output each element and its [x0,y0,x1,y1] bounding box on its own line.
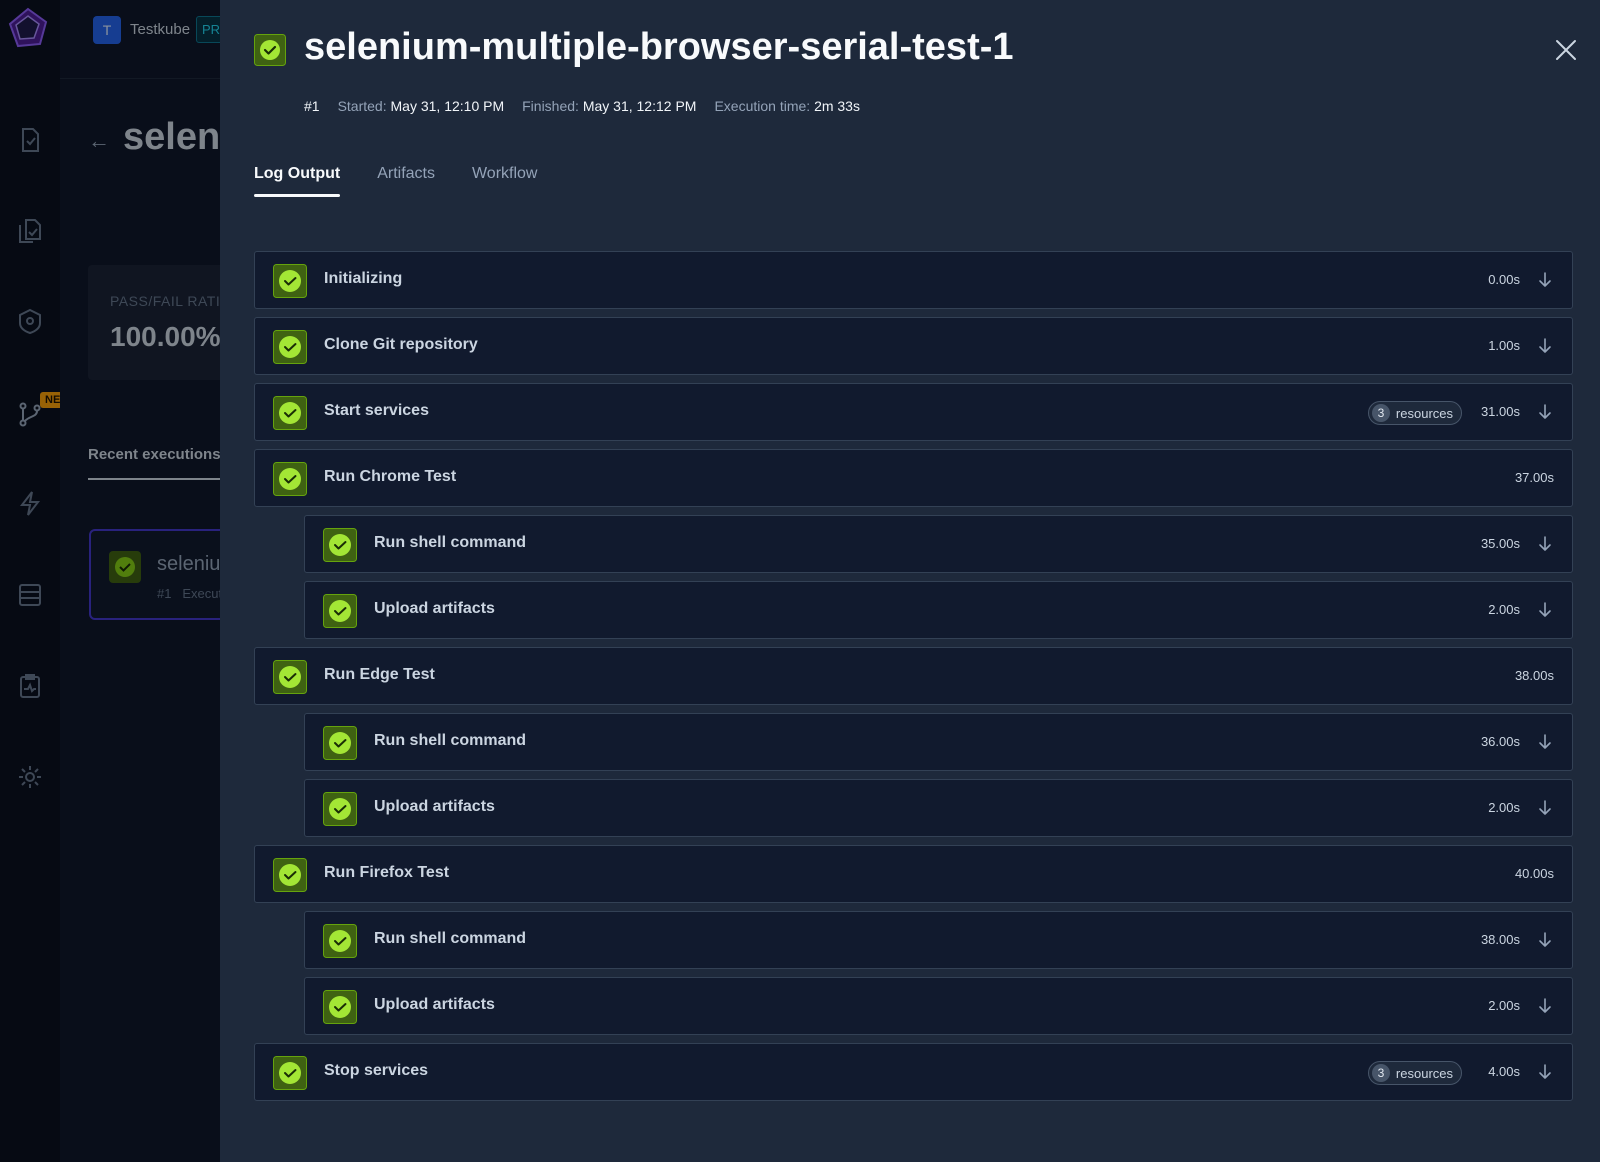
drawer-title: selenium-multiple-browser-serial-test-1 [304,26,1014,68]
step-duration: 2.00s [1488,602,1520,617]
arrow-down-icon[interactable] [1536,799,1554,817]
resources-badge[interactable]: 3 resources [1367,1061,1462,1085]
step-duration: 37.00s [1514,470,1554,485]
drawer-tabs: Log Output Artifacts Workflow [254,165,537,197]
resources-count: 3 [1371,404,1390,422]
step-row[interactable]: Stop services 4.00s 3 resources [254,1043,1573,1101]
tab-workflow[interactable]: Workflow [472,165,538,197]
arrow-down-icon[interactable] [1536,733,1554,751]
close-icon[interactable] [1553,37,1579,63]
step-duration: 2.00s [1488,998,1520,1013]
step-name: Run Firefox Test [324,864,450,881]
finished-meta: Finished: May 31, 12:12 PM [522,98,697,114]
step-name: Initializing [324,270,403,287]
step-duration: 0.00s [1488,272,1520,287]
check-circle-icon [254,34,286,66]
step-name: Upload artifacts [374,996,495,1013]
resources-count: 3 [1371,1064,1390,1082]
tab-artifacts[interactable]: Artifacts [377,165,435,197]
arrow-down-icon[interactable] [1536,535,1554,553]
step-name: Start services [324,402,429,419]
step-duration: 38.00s [1480,932,1520,947]
check-circle-icon [323,990,357,1024]
arrow-down-icon[interactable] [1536,997,1554,1015]
step-row[interactable]: Run shell command 35.00s [304,515,1573,573]
check-circle-icon [273,462,307,496]
modal-overlay[interactable] [0,0,220,1162]
started-meta: Started: May 31, 12:10 PM [337,98,505,114]
step-name: Run shell command [374,534,527,551]
check-circle-icon [273,660,307,694]
step-row[interactable]: Run Chrome Test 37.00s [254,449,1573,507]
resources-label: resources [1395,1065,1453,1081]
step-duration: 2.00s [1488,800,1520,815]
check-circle-icon [323,726,357,760]
check-circle-icon [273,330,307,364]
step-row[interactable]: Start services 31.00s 3 resources [254,383,1573,441]
step-row[interactable]: Upload artifacts 2.00s [304,779,1573,837]
arrow-down-icon[interactable] [1536,1063,1554,1081]
step-row[interactable]: Run Firefox Test 40.00s [254,845,1573,903]
check-circle-icon [273,264,307,298]
step-duration: 31.00s [1480,404,1520,419]
step-row[interactable]: Run shell command 36.00s [304,713,1573,771]
arrow-down-icon[interactable] [1536,337,1554,355]
step-name: Run shell command [374,930,527,947]
step-name: Stop services [324,1062,429,1079]
step-row[interactable]: Initializing 0.00s [254,251,1573,309]
step-duration: 35.00s [1480,536,1520,551]
step-duration: 1.00s [1488,338,1520,353]
check-circle-icon [323,528,357,562]
step-name: Upload artifacts [374,600,495,617]
step-name: Run Chrome Test [324,468,457,485]
step-duration: 40.00s [1514,866,1554,881]
execution-time-meta: Execution time: 2m 33s [714,98,860,114]
step-name: Clone Git repository [324,336,478,353]
check-circle-icon [323,792,357,826]
arrow-down-icon[interactable] [1536,931,1554,949]
step-duration: 36.00s [1480,734,1520,749]
check-circle-icon [273,858,307,892]
resources-badge[interactable]: 3 resources [1367,401,1462,425]
step-row[interactable]: Clone Git repository 1.00s [254,317,1573,375]
step-row[interactable]: Run Edge Test 38.00s [254,647,1573,705]
check-circle-icon [273,396,307,430]
arrow-down-icon[interactable] [1536,403,1554,421]
step-duration: 4.00s [1488,1064,1520,1079]
step-row[interactable]: Run shell command 38.00s [304,911,1573,969]
execution-meta: #1 Started: May 31, 12:10 PM Finished: M… [304,98,860,114]
step-duration: 38.00s [1514,668,1554,683]
check-circle-icon [323,924,357,958]
step-row[interactable]: Upload artifacts 2.00s [304,581,1573,639]
check-circle-icon [273,1056,307,1090]
arrow-down-icon[interactable] [1536,601,1554,619]
execution-drawer: selenium-multiple-browser-serial-test-1 … [220,0,1600,1162]
step-name: Run shell command [374,732,527,749]
execution-number: #1 [304,98,320,114]
check-circle-icon [323,594,357,628]
step-name: Run Edge Test [324,666,435,683]
step-name: Upload artifacts [374,798,495,815]
arrow-down-icon[interactable] [1536,271,1554,289]
tab-log-output[interactable]: Log Output [254,165,341,197]
resources-label: resources [1395,405,1453,421]
step-row[interactable]: Upload artifacts 2.00s [304,977,1573,1035]
